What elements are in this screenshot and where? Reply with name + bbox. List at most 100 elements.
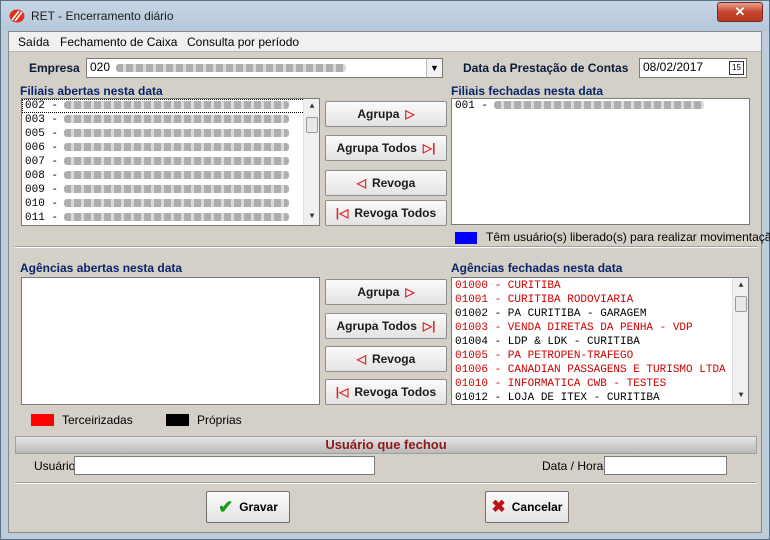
arrow-left-end-icon: |◁ <box>335 385 349 399</box>
arrow-right-icon: ▷ <box>405 285 415 299</box>
revoga-label: Revoga <box>371 176 416 190</box>
empresa-label: Empresa <box>29 61 80 75</box>
list-item[interactable]: 01010 - INFORMATICA CWB - TESTES <box>452 377 748 391</box>
agencias-fechadas-list[interactable]: 01000 - CURITIBA 01001 - CURITIBA RODOVIA… <box>451 277 749 405</box>
agrupa-agencia-button[interactable]: Agrupa ▷ <box>325 279 447 305</box>
list-item-text: 01012 - LOJA DE ITEX - CURITIBA <box>455 392 660 404</box>
menu-consulta-periodo[interactable]: Consulta por período <box>187 35 299 49</box>
redacted-text <box>64 171 290 180</box>
legend-liberado-text: Têm usuário(s) liberado(s) para realizar… <box>486 230 770 244</box>
scrollbar[interactable]: ▲ ▼ <box>303 99 319 225</box>
data-prestacao-field[interactable]: 08/02/2017 15 <box>639 58 747 78</box>
revoga-button[interactable]: ◁ Revoga <box>325 170 447 196</box>
agencias-abertas-label: Agências abertas nesta data <box>20 261 183 275</box>
filiais-abertas-list[interactable]: 002 - 003 - 005 - 006 - 007 - 008 - 009 - 010 -… <box>21 98 320 226</box>
check-icon: ✔ <box>218 496 234 517</box>
revoga-todos-agencia-button[interactable]: |◁ Revoga Todos <box>325 379 447 405</box>
agrupa-todos-button[interactable]: Agrupa Todos ▷| <box>325 135 447 161</box>
list-item-text: 001 - <box>455 100 489 112</box>
arrow-left-icon: ◁ <box>356 352 366 366</box>
list-item-text: 01006 - CANADIAN PASSAGENS E TURISMO LTD… <box>455 364 726 376</box>
list-item[interactable]: 006 - <box>22 141 319 155</box>
redacted-text <box>64 213 290 222</box>
gravar-button[interactable]: ✔ Gravar <box>206 491 290 523</box>
agencias-abertas-list[interactable] <box>21 277 320 405</box>
list-item-text: 01003 - VENDA DIRETAS DA PENHA - VDP <box>455 322 693 334</box>
list-item[interactable]: 011 - <box>22 211 319 225</box>
redacted-text <box>64 115 290 124</box>
cancelar-label: Cancelar <box>511 500 563 514</box>
list-item[interactable]: 01002 - PA CURITIBA - GARAGEM <box>452 307 748 321</box>
datahora-field[interactable] <box>604 456 727 475</box>
list-item[interactable]: 003 - <box>22 113 319 127</box>
list-item-text: 005 - <box>25 128 59 140</box>
x-icon: ✖ <box>491 497 506 516</box>
usuario-label: Usuário <box>34 459 76 473</box>
scroll-down-icon[interactable]: ▼ <box>733 388 748 404</box>
list-item[interactable]: 001 - <box>452 99 749 113</box>
scroll-thumb[interactable] <box>306 117 318 133</box>
redacted-text <box>116 63 347 72</box>
filiais-fechadas-label: Filiais fechadas nesta data <box>451 84 604 98</box>
usuario-field[interactable] <box>74 456 375 475</box>
list-item[interactable]: 01003 - VENDA DIRETAS DA PENHA - VDP <box>452 321 748 335</box>
agrupa-button[interactable]: Agrupa ▷ <box>325 101 447 127</box>
close-button[interactable]: ✕ <box>717 2 763 22</box>
menu-fechamento-caixa[interactable]: Fechamento de Caixa <box>60 35 177 49</box>
agrupa-label: Agrupa <box>357 107 400 121</box>
redacted-text <box>64 199 290 208</box>
list-item[interactable]: 010 - <box>22 197 319 211</box>
agrupa-todos-label: Agrupa Todos <box>336 141 417 155</box>
list-item[interactable]: 01005 - PA PETROPEN-TRAFEGO <box>452 349 748 363</box>
list-item[interactable]: 005 - <box>22 127 319 141</box>
list-item-text: 003 - <box>25 114 59 126</box>
legend-color-liberado <box>455 232 477 244</box>
chevron-down-icon[interactable]: ▼ <box>426 59 442 77</box>
usuario-section-header: Usuário que fechou <box>15 436 757 454</box>
list-item[interactable]: 01004 - LDP & LDK - CURITIBA <box>452 335 748 349</box>
list-item[interactable]: 01006 - CANADIAN PASSAGENS E TURISMO LTD… <box>452 363 748 377</box>
app-window: RET - Encerramento diário ✕ Saída Fecham… <box>0 0 770 540</box>
list-item-text: 01005 - PA PETROPEN-TRAFEGO <box>455 350 634 362</box>
agrupa-todos-agencia-button[interactable]: Agrupa Todos ▷| <box>325 313 447 339</box>
arrow-left-icon: ◁ <box>356 176 366 190</box>
menu-bar: Saída Fechamento de Caixa Consulta por p… <box>9 32 761 52</box>
revoga-todos-button[interactable]: |◁ Revoga Todos <box>325 200 447 226</box>
list-item-text: 01000 - CURITIBA <box>455 280 561 292</box>
filiais-fechadas-list[interactable]: 001 - <box>451 98 750 225</box>
scroll-down-icon[interactable]: ▼ <box>304 209 319 225</box>
scrollbar[interactable]: ▲ ▼ <box>732 278 748 404</box>
title-bar: RET - Encerramento diário ✕ <box>1 1 769 31</box>
list-item[interactable]: 01001 - CURITIBA RODOVIARIA <box>452 293 748 307</box>
list-item[interactable]: 009 - <box>22 183 319 197</box>
app-logo-icon <box>9 9 25 23</box>
list-item[interactable]: 007 - <box>22 155 319 169</box>
list-item-text: 01002 - PA CURITIBA - GARAGEM <box>455 308 647 320</box>
scroll-up-icon[interactable]: ▲ <box>304 99 319 115</box>
list-item[interactable]: 002 - <box>22 99 319 113</box>
calendar-icon[interactable]: 15 <box>729 61 744 75</box>
empresa-combo[interactable]: 020 ▼ <box>86 58 443 78</box>
divider <box>15 482 757 484</box>
list-item-text: 010 - <box>25 198 59 210</box>
redacted-text <box>64 185 290 194</box>
list-item[interactable]: 008 - <box>22 169 319 183</box>
list-item[interactable]: 01000 - CURITIBA <box>452 279 748 293</box>
list-item[interactable]: 01012 - LOJA DE ITEX - CURITIBA <box>452 391 748 404</box>
redacted-text <box>64 157 290 166</box>
scroll-up-icon[interactable]: ▲ <box>733 278 748 294</box>
revoga-agencia-button[interactable]: ◁ Revoga <box>325 346 447 372</box>
redacted-text <box>64 129 290 138</box>
list-item-text: 009 - <box>25 184 59 196</box>
menu-saida[interactable]: Saída <box>18 35 49 49</box>
scroll-thumb[interactable] <box>735 296 747 312</box>
agrupa-todos-agencia-label: Agrupa Todos <box>336 319 417 333</box>
data-prestacao-label: Data da Prestação de Contas <box>463 61 629 75</box>
cancelar-button[interactable]: ✖ Cancelar <box>485 491 569 523</box>
legend-color-terceirizadas <box>31 414 54 426</box>
empresa-value: 020 <box>90 60 111 74</box>
redacted-text <box>64 101 290 110</box>
divider <box>15 246 757 248</box>
arrow-right-icon: ▷ <box>405 107 415 121</box>
list-item-text: 002 - <box>25 100 59 112</box>
